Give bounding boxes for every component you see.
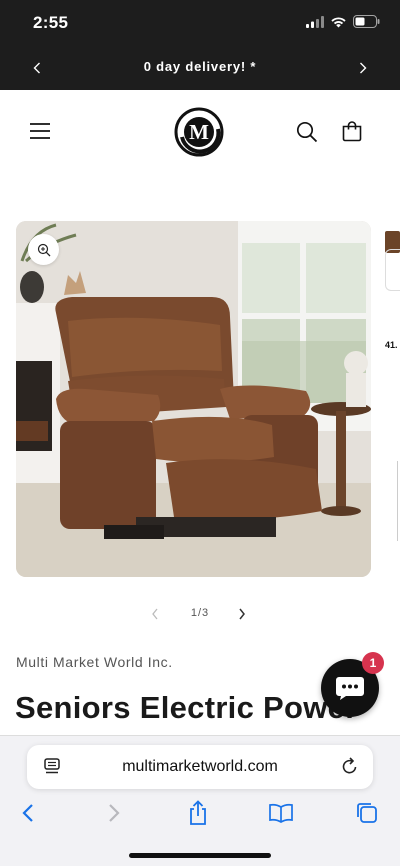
gallery-page-indicator: 1/3 — [190, 607, 210, 619]
product-vendor: Multi Market World Inc. — [16, 654, 173, 670]
book-icon — [269, 803, 293, 823]
reload-button[interactable] — [341, 756, 359, 781]
next-product-price: 41. — [385, 340, 398, 350]
search-button[interactable] — [294, 119, 320, 145]
chat-unread-badge: 1 — [362, 652, 384, 674]
gallery-pager: 1/3 — [0, 602, 400, 626]
search-icon — [296, 121, 318, 143]
bookmarks-button[interactable] — [268, 800, 294, 826]
forward-button[interactable] — [101, 800, 127, 826]
next-product-divider — [397, 461, 398, 541]
share-icon — [190, 800, 206, 825]
site-header: M — [0, 90, 400, 174]
tabs-button[interactable] — [354, 800, 380, 826]
url-text: multimarketworld.com — [122, 758, 278, 775]
bag-icon — [342, 121, 362, 142]
cart-button[interactable] — [339, 118, 365, 144]
status-bar: 2:55 — [0, 0, 400, 46]
announcement-bar: 0 day delivery! * — [0, 46, 400, 90]
home-indicator — [129, 853, 271, 858]
signal-icon — [306, 15, 324, 28]
logo-letter: M — [189, 120, 209, 144]
chat-bubble-icon — [336, 677, 364, 700]
zoom-in-icon — [37, 243, 50, 256]
gallery-next-button[interactable] — [238, 607, 250, 621]
address-bar[interactable]: multimarketworld.com — [27, 745, 373, 789]
product-image[interactable] — [16, 221, 371, 577]
chevron-right-icon — [239, 608, 245, 620]
menu-button[interactable] — [28, 119, 52, 143]
product-title: Seniors Electric Power — [15, 690, 358, 725]
zoom-button[interactable] — [28, 234, 59, 265]
wifi-icon — [331, 16, 346, 27]
announcement-text: 0 day delivery! * — [143, 59, 257, 74]
status-icons — [306, 15, 380, 28]
next-product-frame — [385, 249, 400, 291]
reload-icon — [342, 757, 357, 774]
next-product-card-peek[interactable]: 41. — [385, 221, 400, 577]
forward-arrow-icon — [109, 804, 120, 822]
chevron-right-icon — [360, 62, 367, 74]
back-arrow-icon — [22, 804, 33, 822]
share-button[interactable] — [185, 800, 211, 826]
back-button[interactable] — [15, 800, 41, 826]
battery-icon — [353, 15, 380, 28]
recliner-chair-illustration — [16, 221, 371, 577]
status-time: 2:55 — [33, 13, 69, 32]
site-logo[interactable]: M — [174, 107, 224, 157]
tabs-icon — [357, 803, 377, 823]
hamburger-menu-icon — [30, 123, 50, 139]
announcement-next-button[interactable] — [354, 59, 372, 77]
